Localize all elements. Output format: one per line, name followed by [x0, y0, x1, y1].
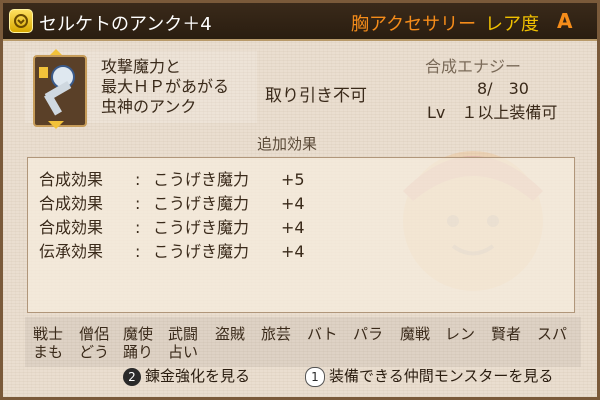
view-allies-button-label: 装備できる仲間モンスターを見る [329, 367, 554, 385]
accessory-badge-icon [9, 9, 33, 33]
effect-stat: こうげき魔力 [153, 218, 250, 237]
job-label: まも [33, 343, 64, 361]
job-label: レン [445, 325, 476, 343]
description-line: 最大ＨＰがあがる [101, 77, 230, 96]
trade-status: 取り引き不可 [265, 86, 367, 106]
description-line: 攻撃魔力と [101, 57, 182, 76]
title-bar: セルケトのアンク＋4 胸アクセサリー レア度 A [3, 3, 597, 41]
alchemy-button-label: 錬金強化を見る [145, 367, 251, 385]
item-name: セルケトのアンク＋4 [39, 14, 212, 35]
job-label: 旅芸 [261, 325, 292, 343]
job-label: 占い [168, 343, 199, 361]
job-label: 魔戦 [400, 325, 431, 343]
effect-row: 合成効果: こうげき魔力 +5 [39, 166, 305, 190]
extra-effects-title: 追加効果 [257, 135, 318, 153]
rarity-value: A [557, 9, 573, 33]
job-label: スパ [537, 325, 568, 343]
scroll-down-icon[interactable] [48, 121, 64, 129]
job-label: バト [307, 325, 338, 343]
effect-row: 合成効果: こうげき魔力 +4 [39, 214, 305, 238]
effect-name: 伝承効果 [39, 242, 104, 261]
synthesis-value: 8/ 30 [477, 79, 529, 98]
effect-stat: こうげき魔力 [153, 242, 250, 261]
item-description: 攻撃魔力と 最大ＨＰがあがる 虫神のアンク [101, 57, 229, 117]
job-label: 盗賊 [215, 325, 246, 343]
effect-row: 伝承効果: こうげき魔力 +4 [39, 238, 305, 262]
synthesis-label: 合成エナジー [425, 57, 522, 76]
ankh-icon [33, 55, 87, 127]
level-requirement: Lv １以上装備可 [427, 103, 558, 122]
effect-value: +4 [281, 242, 305, 261]
effect-name: 合成効果 [39, 218, 104, 237]
view-allies-button[interactable]: 1 装備できる仲間モンスターを見る [305, 365, 553, 387]
effect-value: +4 [281, 218, 305, 237]
description-line: 虫神のアンク [101, 97, 197, 116]
effect-stat: こうげき魔力 [153, 194, 250, 213]
effect-value: +4 [281, 194, 305, 213]
effect-name: 合成効果 [39, 194, 104, 213]
job-label: どう [79, 343, 110, 361]
effect-value: +5 [281, 170, 305, 189]
item-detail-screen: セルケトのアンク＋4 胸アクセサリー レア度 A 攻撃魔力と 最大ＨＰがあがる … [0, 0, 600, 400]
item-category: 胸アクセサリー [351, 14, 477, 35]
job-label: 賢者 [491, 325, 522, 343]
effect-stat: こうげき魔力 [153, 170, 250, 189]
effect-row: 合成効果: こうげき魔力 +4 [39, 190, 305, 214]
job-label: 踊り [123, 343, 154, 361]
job-label: パラ [353, 325, 384, 343]
alchemy-button[interactable]: 2 錬金強化を見る [123, 365, 250, 386]
rarity-label: レア度 [485, 14, 539, 35]
effect-name: 合成効果 [39, 170, 104, 189]
button-2-icon: 2 [123, 367, 141, 386]
button-1-icon: 1 [305, 366, 325, 387]
